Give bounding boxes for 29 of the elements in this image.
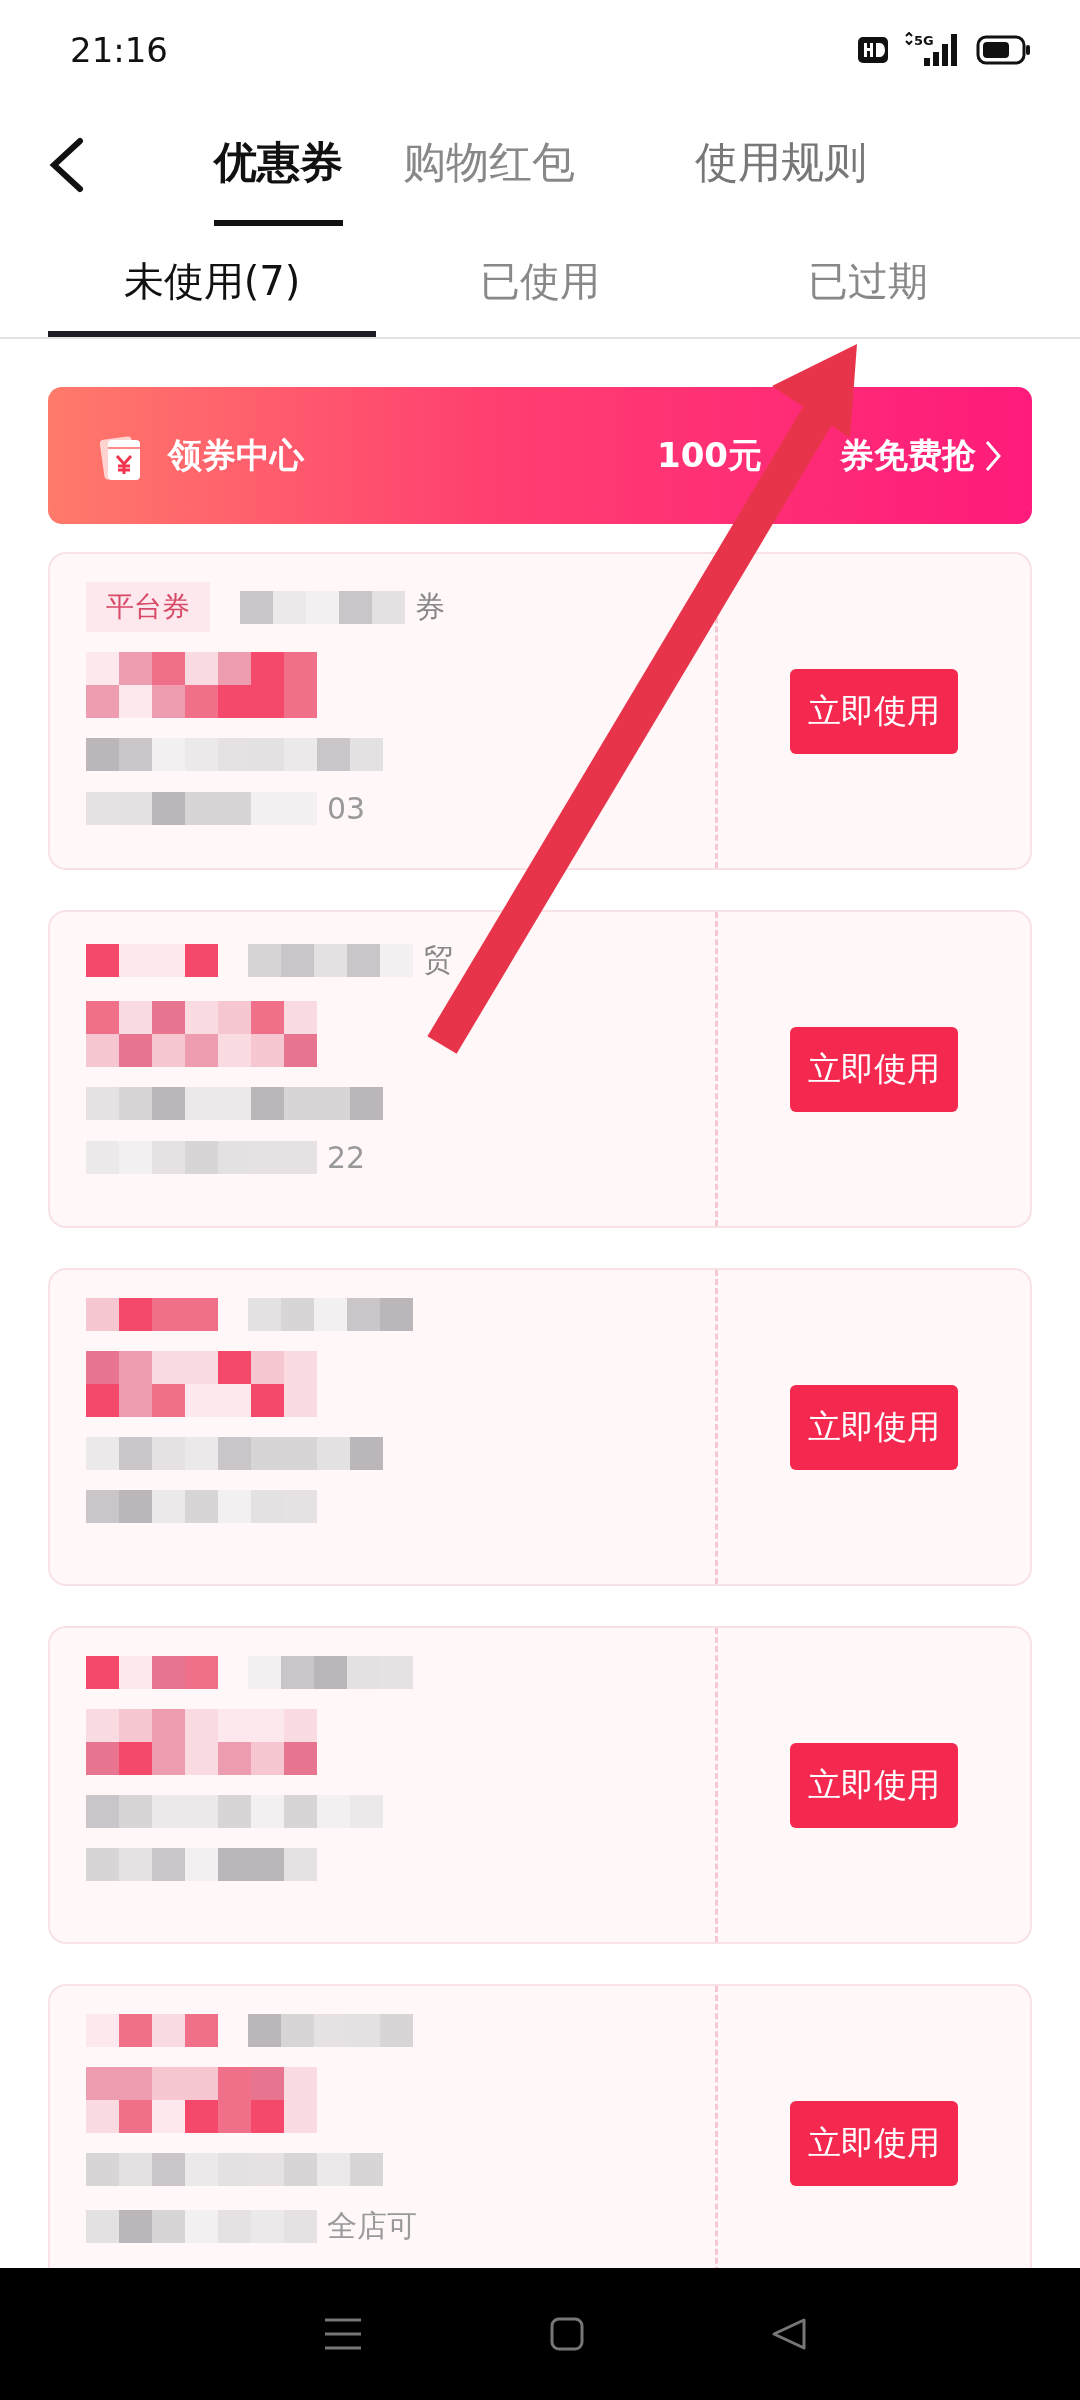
chevron-icon	[984, 438, 1002, 473]
date-fragment: 22	[327, 1140, 366, 1175]
banner-promo: 100元	[657, 433, 762, 477]
scope-fragment: 全店可	[327, 2207, 417, 2245]
header-tab[interactable]: 购物红包	[403, 104, 575, 226]
filter-tab[interactable]: 未使用(7)	[48, 230, 376, 337]
use-now-button[interactable]: 立即使用	[790, 1384, 958, 1470]
hd-icon	[858, 37, 888, 63]
header-tab[interactable]: 使用规则	[695, 104, 867, 226]
filter-tab[interactable]: 已过期	[704, 230, 1032, 337]
battery-icon	[976, 35, 1032, 65]
banner-title: 领券中心	[168, 433, 304, 477]
title-fragment: 贸	[423, 941, 453, 979]
home-icon[interactable]	[550, 2317, 584, 2351]
title-fragment: 券	[415, 587, 445, 626]
use-now-button[interactable]: 立即使用	[790, 2100, 958, 2186]
use-now-button[interactable]: 立即使用	[790, 1742, 958, 1828]
coupon-center-banner[interactable]: 领券中心 100元 券免费抢	[48, 387, 1032, 524]
back-triangle-icon[interactable]	[770, 2317, 807, 2351]
use-now-button[interactable]: 立即使用	[790, 1026, 958, 1112]
header-tab[interactable]: 优惠券	[214, 104, 343, 226]
banner-promo: 券免费抢	[840, 433, 976, 477]
coupon-tag: 平台券	[86, 582, 210, 632]
filter-tab[interactable]: 已使用	[376, 230, 704, 337]
back-icon[interactable]	[48, 137, 84, 193]
status-time: 21:16	[70, 30, 168, 70]
use-now-button[interactable]: 立即使用	[790, 668, 958, 754]
date-fragment: 03	[327, 791, 366, 826]
menu-icon[interactable]	[323, 2317, 364, 2351]
